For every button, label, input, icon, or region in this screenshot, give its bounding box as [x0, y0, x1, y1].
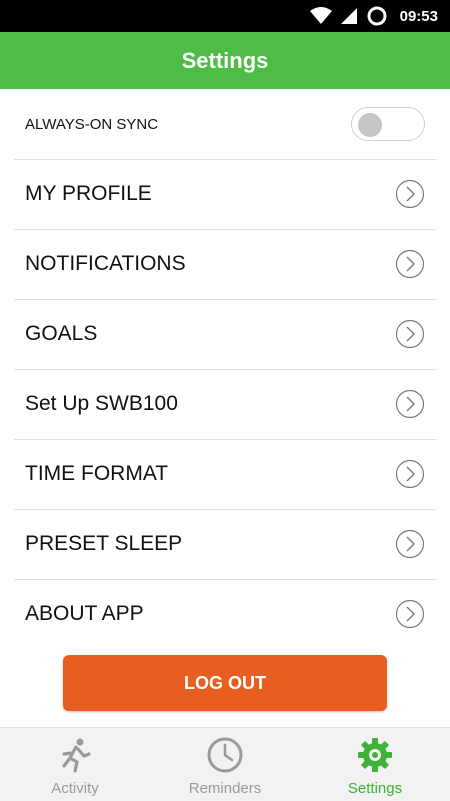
tab-settings[interactable]: Settings	[300, 728, 450, 801]
wifi-icon	[309, 7, 332, 24]
running-person-icon	[62, 738, 91, 773]
chevron-right-icon	[395, 459, 425, 489]
page-title: Settings	[181, 47, 269, 73]
menu-item-preset-sleep[interactable]: PRESET SLEEP	[0, 509, 450, 579]
tab-label: Activity	[51, 780, 99, 797]
always-on-sync-row: ALWAYS-ON SYNC	[0, 89, 450, 159]
chevron-right-icon	[395, 319, 425, 349]
clock-icon	[207, 737, 243, 773]
menu-item-notifications[interactable]: NOTIFICATIONS	[0, 229, 450, 299]
always-on-sync-toggle[interactable]	[351, 107, 425, 141]
settings-list: ALWAYS-ON SYNC MY PROFILE NOTIFICATIONS …	[0, 89, 450, 649]
menu-item-label: PRESET SLEEP	[25, 532, 183, 555]
menu-item-label: TIME FORMAT	[25, 462, 169, 485]
menu-item-label: ABOUT APP	[25, 602, 144, 625]
status-icons: 09:53	[309, 0, 438, 32]
bottom-tab-bar: Activity Reminders Settings	[0, 727, 450, 801]
gear-icon	[358, 738, 392, 772]
toggle-knob	[358, 113, 382, 137]
menu-item-label: NOTIFICATIONS	[25, 252, 186, 275]
menu-item-setup-device[interactable]: Set Up SWB100	[0, 369, 450, 439]
tab-reminders[interactable]: Reminders	[150, 728, 300, 801]
menu-item-time-format[interactable]: TIME FORMAT	[0, 439, 450, 509]
tab-label: Reminders	[188, 780, 262, 797]
chevron-right-icon	[395, 599, 425, 629]
menu-item-label: Set Up SWB100	[25, 392, 178, 415]
status-time: 09:53	[399, 7, 438, 25]
menu-item-label: GOALS	[25, 322, 98, 345]
menu-item-my-profile[interactable]: MY PROFILE	[0, 159, 450, 229]
chevron-right-icon	[395, 529, 425, 559]
menu-item-about-app[interactable]: ABOUT APP	[0, 579, 450, 649]
chevron-right-icon	[395, 249, 425, 279]
app-bar: Settings	[0, 32, 450, 89]
status-bar: 09:53	[0, 0, 450, 32]
tab-activity[interactable]: Activity	[0, 728, 150, 801]
battery-charging-icon	[367, 6, 387, 26]
menu-item-label: MY PROFILE	[25, 182, 152, 205]
chevron-right-icon	[395, 389, 425, 419]
tab-label: Settings	[347, 780, 403, 797]
chevron-right-icon	[395, 179, 425, 209]
logout-button[interactable]: LOG OUT	[63, 655, 387, 711]
cellular-signal-icon	[340, 8, 357, 24]
always-on-sync-label: ALWAYS-ON SYNC	[25, 115, 159, 133]
menu-item-goals[interactable]: GOALS	[0, 299, 450, 369]
